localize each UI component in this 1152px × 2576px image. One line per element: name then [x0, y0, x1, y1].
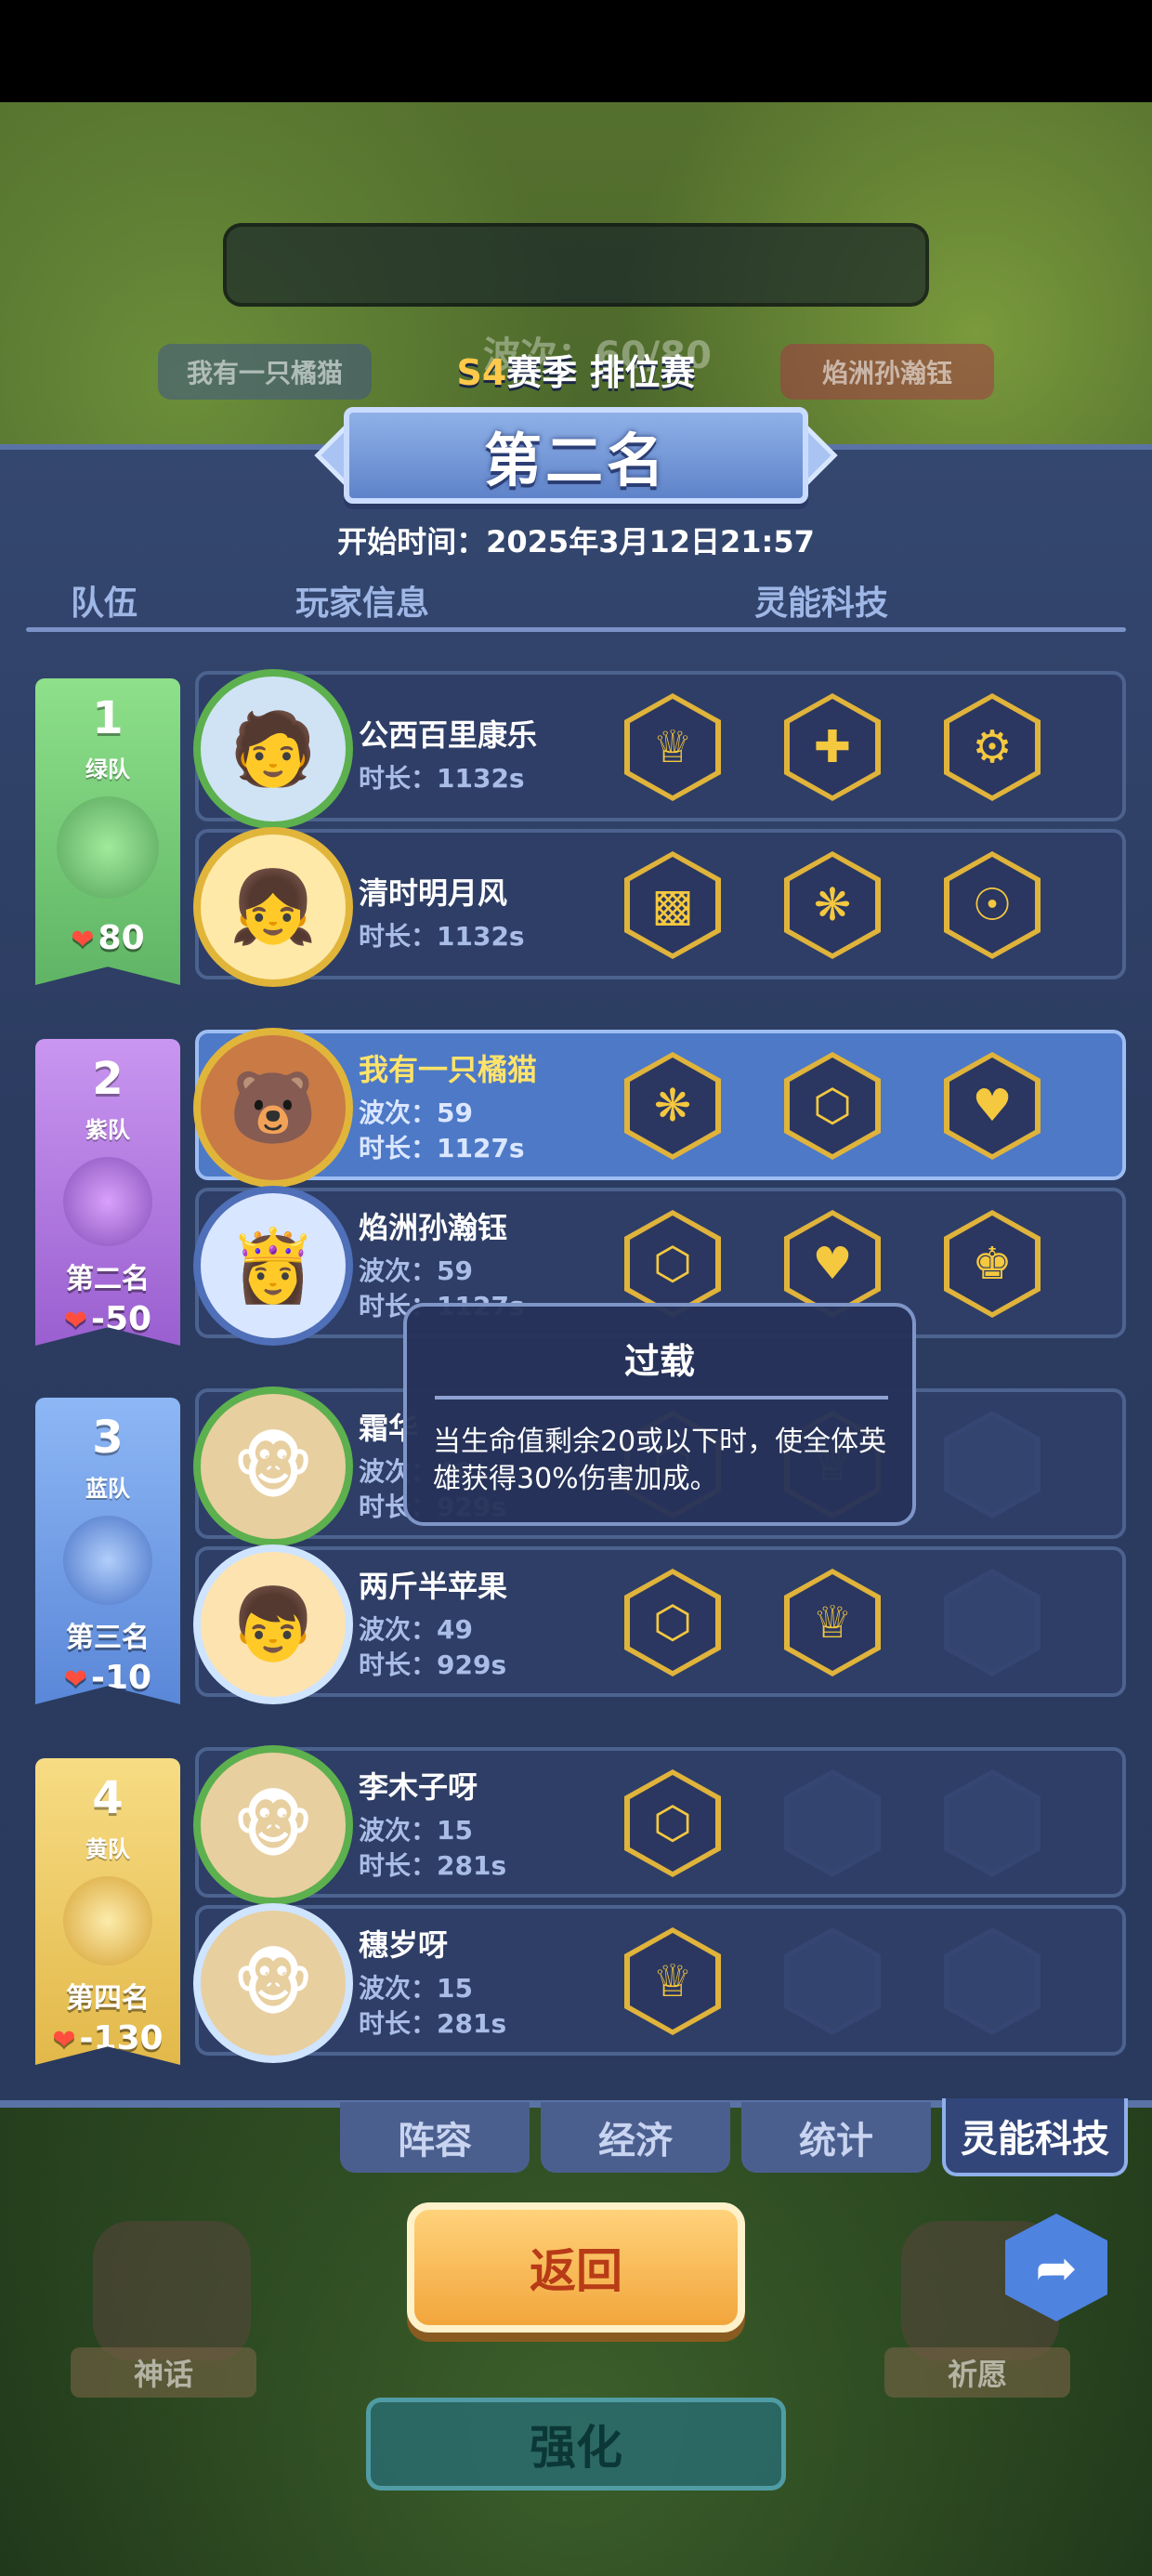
shield-tech-icon[interactable]: ⬡ [624, 1769, 721, 1877]
shield-tech-icon[interactable]: ⬡ [784, 1052, 881, 1160]
medic-tech-icon[interactable]: ✚ [784, 693, 881, 801]
team-ribbon-purple: 2 紫队 第二名 ❤ -50 [35, 1039, 180, 1346]
player-avatar[interactable]: 🧑 [193, 669, 353, 829]
player-avatar[interactable]: 🐵 [193, 1903, 353, 2063]
myth-label: 神话 [71, 2347, 256, 2398]
vortex-emblem-icon [63, 1157, 152, 1246]
back-button[interactable]: 返回 [407, 2202, 745, 2333]
header-player: 玩家信息 [295, 585, 430, 623]
gear-tech-icon[interactable]: ⚙ [944, 693, 1041, 801]
shield-tech-icon[interactable]: ⬡ [624, 1569, 721, 1676]
team-ribbon-green: 1 绿队 ❤ 80 [35, 678, 180, 985]
rank-banner: 第二名 [344, 407, 808, 504]
player-avatar[interactable]: 👧 [193, 827, 353, 987]
tab-stats[interactable]: 统计 [741, 2102, 931, 2173]
crown-tech-icon[interactable]: ♕ [624, 1927, 721, 2035]
tooltip-divider [435, 1396, 888, 1400]
player-row[interactable]: 🧑 公西百里康乐 时长：1132s ♕ ✚ ⚙ [193, 669, 1126, 829]
heart-icon: ❤ [63, 1305, 88, 1337]
heart-icon: ❤ [63, 1663, 88, 1696]
heart-tech-icon[interactable]: ♥ [944, 1052, 1041, 1160]
stage-icon-strip [223, 223, 929, 307]
empty-tech-slot [944, 1411, 1041, 1518]
swirl-tech-icon[interactable]: ❋ [784, 851, 881, 959]
rank-title: 第二名 [483, 427, 668, 494]
player-avatar[interactable]: 👸 [193, 1186, 353, 1346]
player-row[interactable]: 👧 清时明月风 时长：1132s ▩ ❋ ☉ [193, 827, 1126, 987]
star-emblem-icon [63, 1876, 152, 1965]
heart-tech-icon[interactable]: ♥ [784, 1210, 881, 1318]
tab-psionic-tech[interactable]: 灵能科技 [942, 2098, 1128, 2176]
player-row[interactable]: 👦 两斤半苹果 波次：49 时长：929s ⬡ ♕ [193, 1544, 1126, 1704]
player-avatar[interactable]: 🐻 [193, 1028, 353, 1188]
myth-icon [93, 2221, 251, 2360]
tab-lineup[interactable]: 阵容 [340, 2102, 530, 2173]
heart-icon: ❤ [71, 924, 95, 956]
shield-tech-icon[interactable]: ⬡ [624, 1210, 721, 1318]
orbit-tech-icon[interactable]: ☉ [944, 851, 1041, 959]
player-row[interactable]: 🐵 穗岁呀 波次：15 时长：281s ♕ [193, 1903, 1126, 2063]
season-title: S4赛季 排位赛 [456, 352, 696, 393]
start-time: 开始时间：2025年3月12日21:57 [337, 524, 815, 559]
enhance-button: 强化 [366, 2398, 786, 2491]
tab-economy[interactable]: 经济 [541, 2102, 730, 2173]
header-tech: 灵能科技 [754, 585, 889, 623]
empty-tech-slot [944, 1769, 1041, 1877]
clover-emblem-icon [57, 796, 159, 899]
player-row[interactable]: 🐵 李木子呀 波次：15 时长：281s ⬡ [193, 1745, 1126, 1905]
snowflake-emblem-icon [63, 1516, 152, 1605]
tooltip-description: 当生命值剩余20或以下时，使全体英雄获得30%伤害加成。 [433, 1426, 887, 1495]
tooltip-title: 过载 [623, 1341, 695, 1382]
swirl-tech-icon[interactable]: ❋ [624, 1052, 721, 1160]
wish-label: 祈愿 [884, 2347, 1070, 2398]
empty-tech-slot [944, 1569, 1041, 1676]
status-bar [0, 0, 1152, 102]
chess-tech-icon[interactable]: ♚ [944, 1210, 1041, 1318]
player-avatar[interactable]: 🐵 [193, 1387, 353, 1546]
player-avatar[interactable]: 👦 [193, 1544, 353, 1704]
header-divider [26, 627, 1126, 632]
heart-icon: ❤ [52, 2024, 76, 2057]
crown-tech-icon[interactable]: ♕ [784, 1569, 881, 1676]
empty-tech-slot [944, 1927, 1041, 2035]
crown-tech-icon[interactable]: ♕ [624, 693, 721, 801]
player-avatar[interactable]: 🐵 [193, 1745, 353, 1905]
empty-tech-slot [784, 1769, 881, 1877]
header-team: 队伍 [71, 585, 138, 623]
gold-tech-icon[interactable]: ▩ [624, 851, 721, 959]
empty-tech-slot [784, 1927, 881, 2035]
player-row-selected[interactable]: 🐻 我有一只橘猫 波次：59 时长：1127s ❋ ⬡ ♥ [193, 1028, 1126, 1188]
team-ribbon-yellow: 4 黄队 第四名 ❤ -130 [35, 1758, 180, 2065]
team-ribbon-blue: 3 蓝队 第三名 ❤ -10 [35, 1398, 180, 1704]
tech-tooltip: 过载 当生命值剩余20或以下时，使全体英雄获得30%伤害加成。 [403, 1303, 916, 1526]
